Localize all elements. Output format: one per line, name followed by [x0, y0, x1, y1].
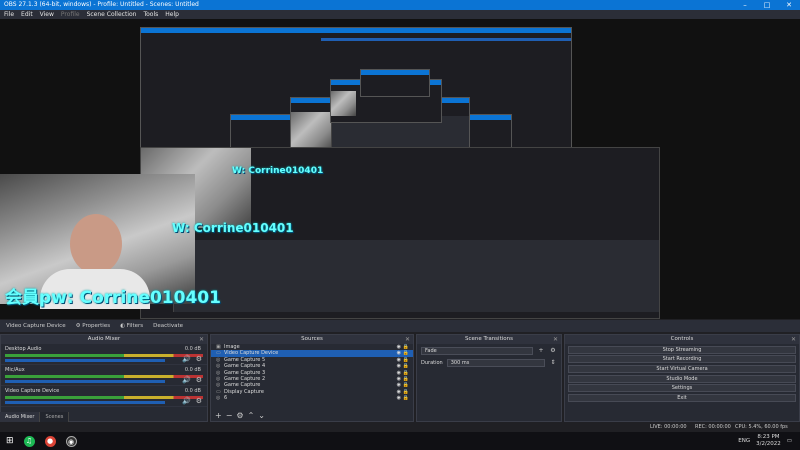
remove-source-button[interactable]: −: [226, 411, 233, 420]
gear-icon[interactable]: ⚙: [196, 397, 202, 405]
menu-help[interactable]: Help: [165, 10, 179, 19]
start-virtual-camera-button[interactable]: Start Virtual Camera: [568, 364, 796, 374]
close-icon[interactable]: ✕: [778, 0, 800, 10]
deactivate-button[interactable]: Deactivate: [153, 320, 183, 332]
mixer-channel: Video Capture Device 0.0 dB 🔊 ⚙: [1, 386, 207, 407]
source-item[interactable]: ◎ 6 ◉ 🔒: [211, 395, 413, 401]
speaker-icon[interactable]: 🔊: [182, 376, 191, 384]
clock-date: 3/2/2022: [756, 441, 781, 447]
transition-select[interactable]: Fade: [421, 347, 533, 355]
start-recording-button[interactable]: Start Recording: [568, 355, 796, 364]
language-indicator[interactable]: ENG: [738, 438, 750, 444]
notification-icon[interactable]: ▭: [787, 438, 792, 444]
move-up-button[interactable]: ⌃: [248, 411, 255, 420]
controls-title: Controls: [670, 336, 694, 342]
audio-mixer-title: Audio Mixer: [87, 336, 121, 342]
duration-label: Duration: [421, 360, 443, 366]
settings-button[interactable]: Settings: [568, 384, 796, 393]
title-bar: OBS 27.1.3 (64-bit, windows) - Profile: …: [0, 0, 800, 10]
menu-profile[interactable]: Profile: [61, 10, 80, 19]
menu-bar: File Edit View Profile Scene Collection …: [0, 10, 800, 19]
level-meter: [5, 354, 203, 357]
tab-scenes[interactable]: Scenes: [40, 412, 70, 422]
gear-icon[interactable]: ⚙: [196, 355, 202, 363]
menu-scene-collection[interactable]: Scene Collection: [87, 10, 137, 19]
channel-db: 0.0 dB: [184, 388, 201, 394]
speaker-icon[interactable]: 🔊: [182, 397, 191, 405]
close-icon[interactable]: ✕: [553, 335, 558, 344]
close-icon[interactable]: ✕: [199, 335, 204, 344]
channel-db: 0.0 dB: [184, 346, 201, 352]
overlay-text-large: 会員pw: Corrine010401: [5, 288, 221, 308]
menu-tools[interactable]: Tools: [143, 10, 158, 19]
eye-icon[interactable]: ◉: [397, 395, 401, 401]
scene-transitions-dock: Scene Transitions ✕ Fade + ⚙ Duration 300…: [416, 334, 562, 422]
stop-streaming-button[interactable]: Stop Streaming: [568, 345, 796, 354]
preview-canvas[interactable]: 会員pw: Corrine010401 W: Corrine010401 W: …: [0, 19, 800, 319]
cpu-usage: CPU: 5.4%, 60.00 fps: [735, 424, 788, 430]
controls-dock: Controls ✕ Stop Streaming Start Recording…: [564, 334, 800, 422]
channel-name: Mic/Aux: [5, 367, 25, 373]
menu-file[interactable]: File: [4, 10, 14, 19]
spotify-icon[interactable]: ♫: [23, 435, 35, 447]
taskbar: ⊞ ♫ ● ◉ ENG 8:23 PM 3/2/2022 ▭: [0, 432, 800, 450]
menu-view[interactable]: View: [40, 10, 54, 19]
channel-name: Video Capture Device: [5, 388, 60, 394]
volume-slider[interactable]: [5, 401, 165, 404]
tab-audio-mixer[interactable]: Audio Mixer: [0, 412, 41, 422]
overlay-text-mid: W: Corrine010401: [172, 221, 294, 235]
gear-icon[interactable]: ⚙: [549, 347, 557, 355]
lock-icon[interactable]: 🔒: [403, 395, 409, 401]
overlay-text-small: W: Corrine010401: [232, 166, 324, 176]
gear-icon[interactable]: ⚙: [196, 376, 202, 384]
windows-start-icon[interactable]: ⊞: [6, 436, 14, 446]
clock-time: 8:23 PM: [757, 434, 780, 440]
duration-field[interactable]: 300 ms: [446, 359, 545, 367]
level-meter: [5, 396, 203, 399]
sources-dock: Sources ✕ ▣ Image ◉ 🔒 ▭ Video Capture Device ◉…: [210, 334, 414, 422]
source-tools: + − ⚙ ⌃ ⌄: [215, 411, 265, 420]
spinner-icon[interactable]: ⇕: [549, 359, 557, 367]
rec-timer: REC: 00:00:00: [695, 424, 731, 430]
minimize-icon[interactable]: –: [734, 0, 756, 10]
window-title: OBS 27.1.3 (64-bit, windows) - Profile: …: [4, 1, 199, 8]
close-icon[interactable]: ✕: [405, 335, 410, 344]
close-icon[interactable]: ✕: [791, 335, 796, 344]
live-timer: LIVE: 00:00:00: [650, 424, 687, 430]
channel-db: 0.0 dB: [184, 367, 201, 373]
filters-button[interactable]: ◐ Filters: [120, 320, 143, 332]
sources-title: Sources: [301, 336, 323, 342]
mixer-channel: Mic/Aux 0.0 dB 🔊 ⚙: [1, 365, 207, 386]
speaker-icon[interactable]: 🔊: [182, 355, 191, 363]
volume-slider[interactable]: [5, 359, 165, 362]
source-toolbar: Video Capture Device ⚙ Properties ◐ Filt…: [0, 320, 800, 332]
move-down-button[interactable]: ⌄: [258, 411, 265, 420]
properties-button[interactable]: ⚙ Properties: [76, 320, 110, 332]
status-bar: LIVE: 00:00:00 REC: 00:00:00 CPU: 5.4%, …: [0, 422, 800, 432]
maximize-icon[interactable]: □: [756, 0, 778, 10]
add-source-button[interactable]: +: [215, 411, 222, 420]
menu-edit[interactable]: Edit: [21, 10, 33, 19]
clock[interactable]: 8:23 PM 3/2/2022: [756, 434, 781, 448]
level-meter: [5, 375, 203, 378]
recursive-frame-5: [360, 69, 430, 97]
mixer-tabs: Audio Mixer Scenes: [0, 412, 208, 422]
volume-slider[interactable]: [5, 380, 165, 383]
transitions-title: Scene Transitions: [465, 336, 513, 342]
exit-button[interactable]: Exit: [568, 393, 796, 403]
obs-icon[interactable]: ◉: [65, 435, 77, 447]
studio-mode-button[interactable]: Studio Mode: [568, 374, 796, 383]
channel-name: Desktop Audio: [5, 346, 42, 352]
gamepad-icon: ◎: [216, 395, 221, 402]
chrome-icon[interactable]: ●: [44, 435, 56, 447]
source-properties-button[interactable]: ⚙: [236, 411, 243, 420]
system-tray: ENG 8:23 PM 3/2/2022 ▭: [738, 434, 792, 448]
selected-source-label: Video Capture Device: [6, 323, 66, 329]
mixer-channel: Desktop Audio 0.0 dB 🔊 ⚙: [1, 344, 207, 365]
add-transition-button[interactable]: +: [537, 347, 545, 355]
audio-mixer-dock: Audio Mixer ✕ Desktop Audio 0.0 dB 🔊 ⚙ Mi…: [0, 334, 208, 422]
